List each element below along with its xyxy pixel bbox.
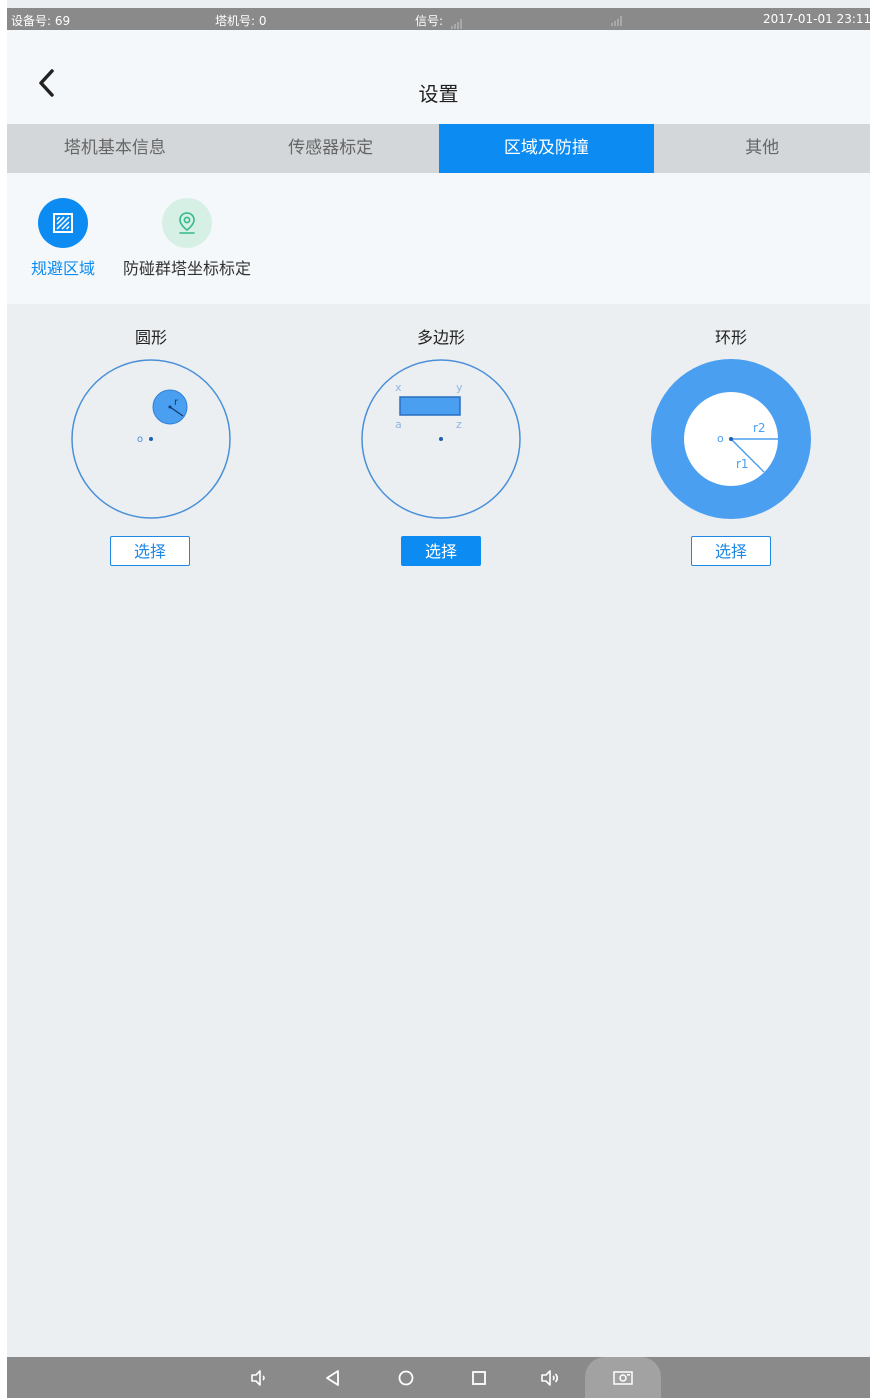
ring-shape-diagram: o r2 r1	[651, 359, 811, 519]
hatched-square-icon	[38, 198, 88, 248]
crane-number: 塔机号: 0	[215, 14, 267, 28]
back-triangle-icon[interactable]	[321, 1366, 345, 1390]
tab-zone-anticollision[interactable]: 区域及防撞	[438, 124, 655, 173]
select-ring-button[interactable]: 选择	[691, 536, 771, 566]
device-number: 设备号: 69	[11, 14, 71, 28]
select-circle-button[interactable]: 选择	[110, 536, 190, 566]
volume-up-icon[interactable]	[538, 1366, 562, 1390]
subnav-avoid-zone[interactable]: 规避区域	[31, 198, 95, 279]
subnav-avoid-zone-label: 规避区域	[31, 259, 96, 278]
signal-label: 信号:	[415, 14, 444, 28]
polygon-y-label: y	[456, 381, 463, 394]
page-title: 设置	[418, 82, 459, 106]
subnav-tower-coordinate-label: 防碰群塔坐标标定	[123, 259, 252, 278]
app-frame: 设备号: 69 塔机号: 0 信号: 2017-01-01 23:11:02 设…	[7, 0, 870, 1398]
sub-navigation: 规避区域 防碰群塔坐标标定	[7, 173, 870, 304]
shape-title-ring: 环形	[714, 328, 747, 347]
location-pin-icon	[162, 198, 212, 248]
tab-crane-basic-info[interactable]: 塔机基本信息	[7, 124, 223, 173]
polygon-x-label: x	[395, 381, 402, 394]
polygon-a-label: a	[395, 418, 402, 431]
datetime: 2017-01-01 23:11:02	[763, 12, 870, 26]
screenshot-icon	[613, 1371, 633, 1385]
tab-sensor-calibration[interactable]: 传感器标定	[223, 124, 439, 173]
circle-shape-diagram: r o	[71, 359, 231, 519]
ring-center-label: o	[717, 432, 724, 445]
polygon-shape-diagram: x y a z	[361, 359, 521, 519]
home-circle-icon[interactable]	[394, 1366, 418, 1390]
header: 设置	[7, 30, 870, 124]
status-bar: 设备号: 69 塔机号: 0 信号: 2017-01-01 23:11:02	[7, 8, 870, 30]
signal-strength-icon	[450, 15, 463, 29]
system-navigation-bar	[7, 1357, 870, 1398]
tab-other[interactable]: 其他	[654, 124, 870, 173]
ring-inner-radius-label: r1	[736, 457, 749, 471]
signal-strength-icon-2	[607, 12, 623, 26]
shape-title-circle: 圆形	[134, 328, 167, 347]
shape-title-polygon: 多边形	[416, 328, 465, 347]
ring-outer-radius-label: r2	[753, 421, 766, 435]
volume-down-icon[interactable]	[247, 1366, 271, 1390]
polygon-z-label: z	[456, 418, 462, 431]
select-polygon-button[interactable]: 选择	[401, 536, 481, 566]
circle-center-label: o	[137, 434, 143, 445]
signal-status: 信号:	[415, 12, 463, 29]
tab-bar: 塔机基本信息 传感器标定 区域及防撞 其他	[7, 124, 870, 173]
subnav-tower-coordinate-calibration[interactable]: 防碰群塔坐标标定	[123, 198, 251, 279]
recent-apps-icon[interactable]	[467, 1366, 491, 1390]
screenshot-button[interactable]	[585, 1357, 661, 1398]
